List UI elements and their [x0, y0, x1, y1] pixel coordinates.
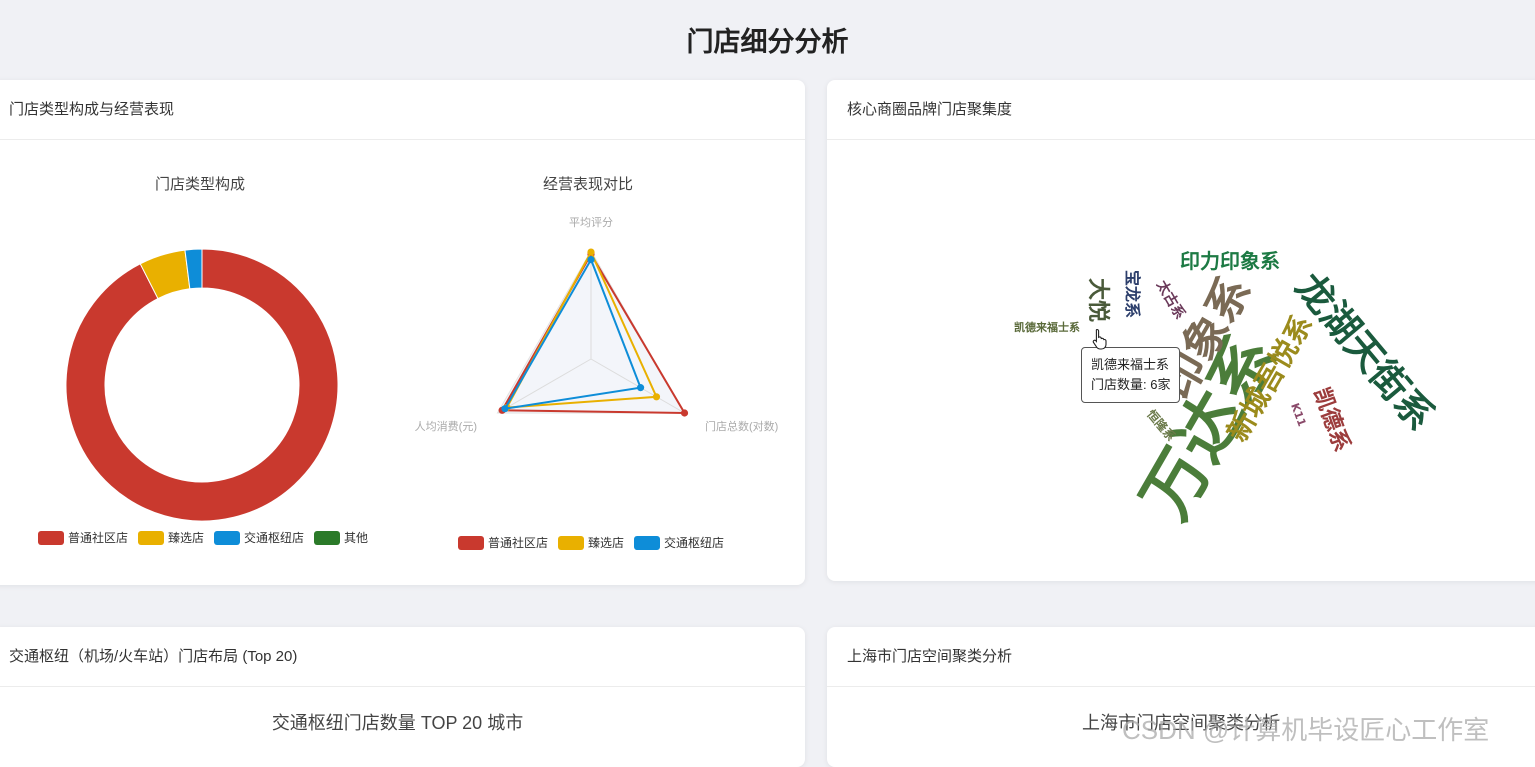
word-cloud-word-8[interactable]: 太古系	[1153, 277, 1189, 322]
svg-text:普通社区店: 普通社区店	[488, 535, 548, 550]
watermark: CSDN @计算机毕设匠心工作室	[1122, 715, 1490, 745]
word-cloud-word-6[interactable]: 大悦	[1085, 278, 1111, 322]
word-cloud-word-5[interactable]: 凯德系	[1308, 384, 1355, 455]
transit-hub-card: 交通枢纽（机场/火车站）门店布局 (Top 20) 交通枢纽门店数量 TOP 2…	[0, 627, 805, 767]
brand-word-cloud[interactable]: 万达系龙湖天街系印象系新城吾悦系印力印象系凯德系大悦 宝龙系 太古系恒隆系 K11凯德…	[827, 140, 1535, 580]
shanghai-cluster-card-title: 上海市门店空间聚类分析	[827, 627, 1535, 687]
tooltip-count: 门店数量: 6家	[1091, 377, 1171, 392]
word-cloud-word-4[interactable]: 印力印象系	[1180, 249, 1280, 273]
radar-chart[interactable]: 平均评分门店总数(对数) 人均消费(元) 普通社区店 臻选店 交通枢纽店	[0, 0, 810, 600]
svg-text:臻选店: 臻选店	[588, 536, 624, 550]
word-cloud-word-1[interactable]: 龙湖天街系	[1287, 265, 1443, 439]
word-cloud-word-10[interactable]: K11	[1288, 401, 1308, 428]
radar-indicator-label-2: 人均消费(元)	[415, 419, 477, 433]
svg-text:交通枢纽店: 交通枢纽店	[664, 535, 724, 550]
transit-hub-card-title: 交通枢纽（机场/火车站）门店布局 (Top 20)	[0, 627, 805, 687]
word-cloud-tooltip: 凯德来福士系 门店数量: 6家	[1081, 347, 1181, 403]
radar-legend-item-2[interactable]: 交通枢纽店	[634, 535, 724, 550]
radar-point-0-1[interactable]	[680, 409, 689, 417]
radar-legend-item-0[interactable]: 普通社区店	[458, 535, 548, 550]
hand-cursor-icon	[1092, 328, 1107, 350]
radar-indicator-label-1: 门店总数(对数)	[705, 419, 778, 433]
radar-point-2-2[interactable]	[501, 405, 509, 413]
radar-point-2-1[interactable]	[636, 384, 645, 392]
radar-legend-item-1[interactable]: 臻选店	[558, 536, 624, 550]
radar-point-1-1[interactable]	[652, 393, 661, 401]
radar-point-1-0[interactable]	[587, 248, 595, 256]
radar-indicator-label-0: 平均评分	[569, 216, 613, 229]
word-cloud-word-11[interactable]: 凯德来福士系	[1014, 320, 1080, 334]
brand-density-card-title: 核心商圈品牌门店聚集度	[827, 80, 1535, 140]
tooltip-brand: 凯德来福士系	[1091, 357, 1170, 372]
transit-bar-chart-title: 交通枢纽门店数量 TOP 20 城市	[271, 713, 524, 733]
word-cloud-word-7[interactable]: 宝龙系	[1123, 270, 1142, 318]
radar-point-2-0[interactable]	[587, 256, 595, 264]
